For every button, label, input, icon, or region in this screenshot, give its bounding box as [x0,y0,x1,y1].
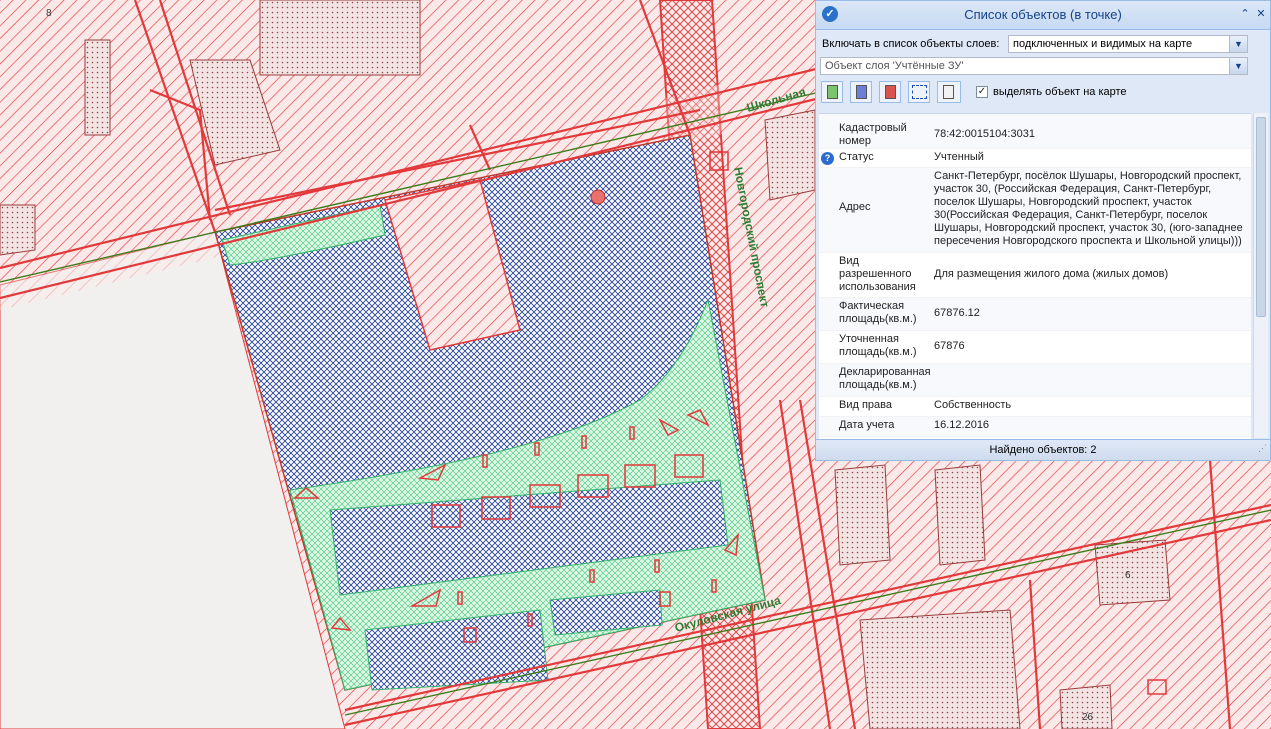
property-value: Собственность [934,399,1012,411]
property-value: 67876 [934,340,965,352]
property-key: Статус [839,151,874,163]
scrollbar-thumb[interactable] [1256,117,1266,317]
excel-export-icon[interactable] [821,81,843,103]
property-row: Дата учета 16.12.2016 [819,417,1251,437]
panel-titlebar[interactable]: ✓ Список объектов (в точке) ⌃ ✕ [816,1,1270,30]
building [84,39,111,136]
property-row: Уточненная площадь(кв.м.) 67876 [819,331,1251,364]
properties-table: Кадастровый номер 78:42:0015104:3031 ? С… [819,113,1251,439]
property-row: ? Статус Учтенный [819,149,1251,168]
properties-scrollbar[interactable] [1253,113,1268,438]
layer-object-value: Объект слоя 'Учтённые ЗУ' [825,60,964,72]
help-icon[interactable]: ? [821,152,834,165]
layers-filter-select[interactable]: подключенных и видимых на карте ▼ [1008,35,1248,53]
property-value: 67876.12 [934,307,980,319]
building [764,109,816,201]
building [834,464,891,566]
collapse-icon[interactable]: ⌃ [1239,7,1251,21]
found-objects-count: Найдено объектов: 2 [989,444,1097,456]
object-list-panel: ✓ Список объектов (в точке) ⌃ ✕ Включать… [815,0,1271,461]
select-extent-icon[interactable] [908,81,930,103]
layers-filter-value: подключенных и видимых на карте [1013,38,1193,50]
highlight-checkbox[interactable]: ✓ [976,86,988,98]
resize-grip-icon[interactable]: ⋰ [1258,438,1267,458]
house-number: 6 [1125,570,1131,581]
property-key: Кадастровый номер [839,122,907,147]
property-row: Кадастровый номер 78:42:0015104:3031 [819,114,1251,149]
property-value: 78:42:0015104:3031 [934,128,1035,140]
property-row: Фактическая площадь(кв.м.) 67876.12 [819,298,1251,331]
building [859,609,1021,729]
layers-filter-label: Включать в список объекты слоев: [822,38,1000,50]
property-row: Адрес Санкт-Петербург, посёлок Шушары, Н… [819,168,1251,253]
property-row: Вид права Собственность [819,397,1251,417]
property-row: Декларированная площадь(кв.м.) [819,364,1251,397]
layer-object-select[interactable]: Объект слоя 'Учтённые ЗУ' ▼ [820,57,1248,75]
property-key: Декларированная площадь(кв.м.) [839,366,931,391]
building [259,0,421,76]
chevron-down-icon[interactable]: ▼ [1229,36,1247,52]
pdf-export-icon[interactable] [879,81,901,103]
house-number: 26 [1082,712,1094,723]
report-icon[interactable] [937,81,961,103]
house-number: 8 [46,8,52,19]
property-row: Вид разрешенного использования Для разме… [819,253,1251,298]
property-key: Вид разрешенного использования [839,255,916,293]
property-value: 16.12.2016 [934,419,990,431]
location-pin-icon[interactable] [590,189,606,205]
property-value: Учтенный [934,151,984,163]
property-key: Вид права [839,399,892,411]
close-icon[interactable]: ✕ [1255,7,1267,21]
chevron-down-icon[interactable]: ▼ [1229,58,1247,74]
property-key: Фактическая площадь(кв.м.) [839,300,917,325]
layers-filter-row: Включать в список объекты слоев: подключ… [822,35,1262,53]
property-value: Санкт-Петербург, посёлок Шушары, Новгоро… [934,170,1243,247]
building [934,464,986,566]
panel-toolbar: ✓ выделять объект на карте [821,81,1261,107]
property-key: Дата учета [839,419,895,431]
highlight-label: выделять объект на карте [993,86,1127,98]
property-key: Уточненная площадь(кв.м.) [839,333,917,358]
panel-statusbar: Найдено объектов: 2 ⋰ [816,439,1270,460]
panel-title: Список объектов (в точке) [964,7,1122,22]
building [0,204,36,256]
property-key: Адрес [839,201,871,213]
word-export-icon[interactable] [850,81,872,103]
property-value: Для размещения жилого дома (жилых домов) [934,268,1169,280]
